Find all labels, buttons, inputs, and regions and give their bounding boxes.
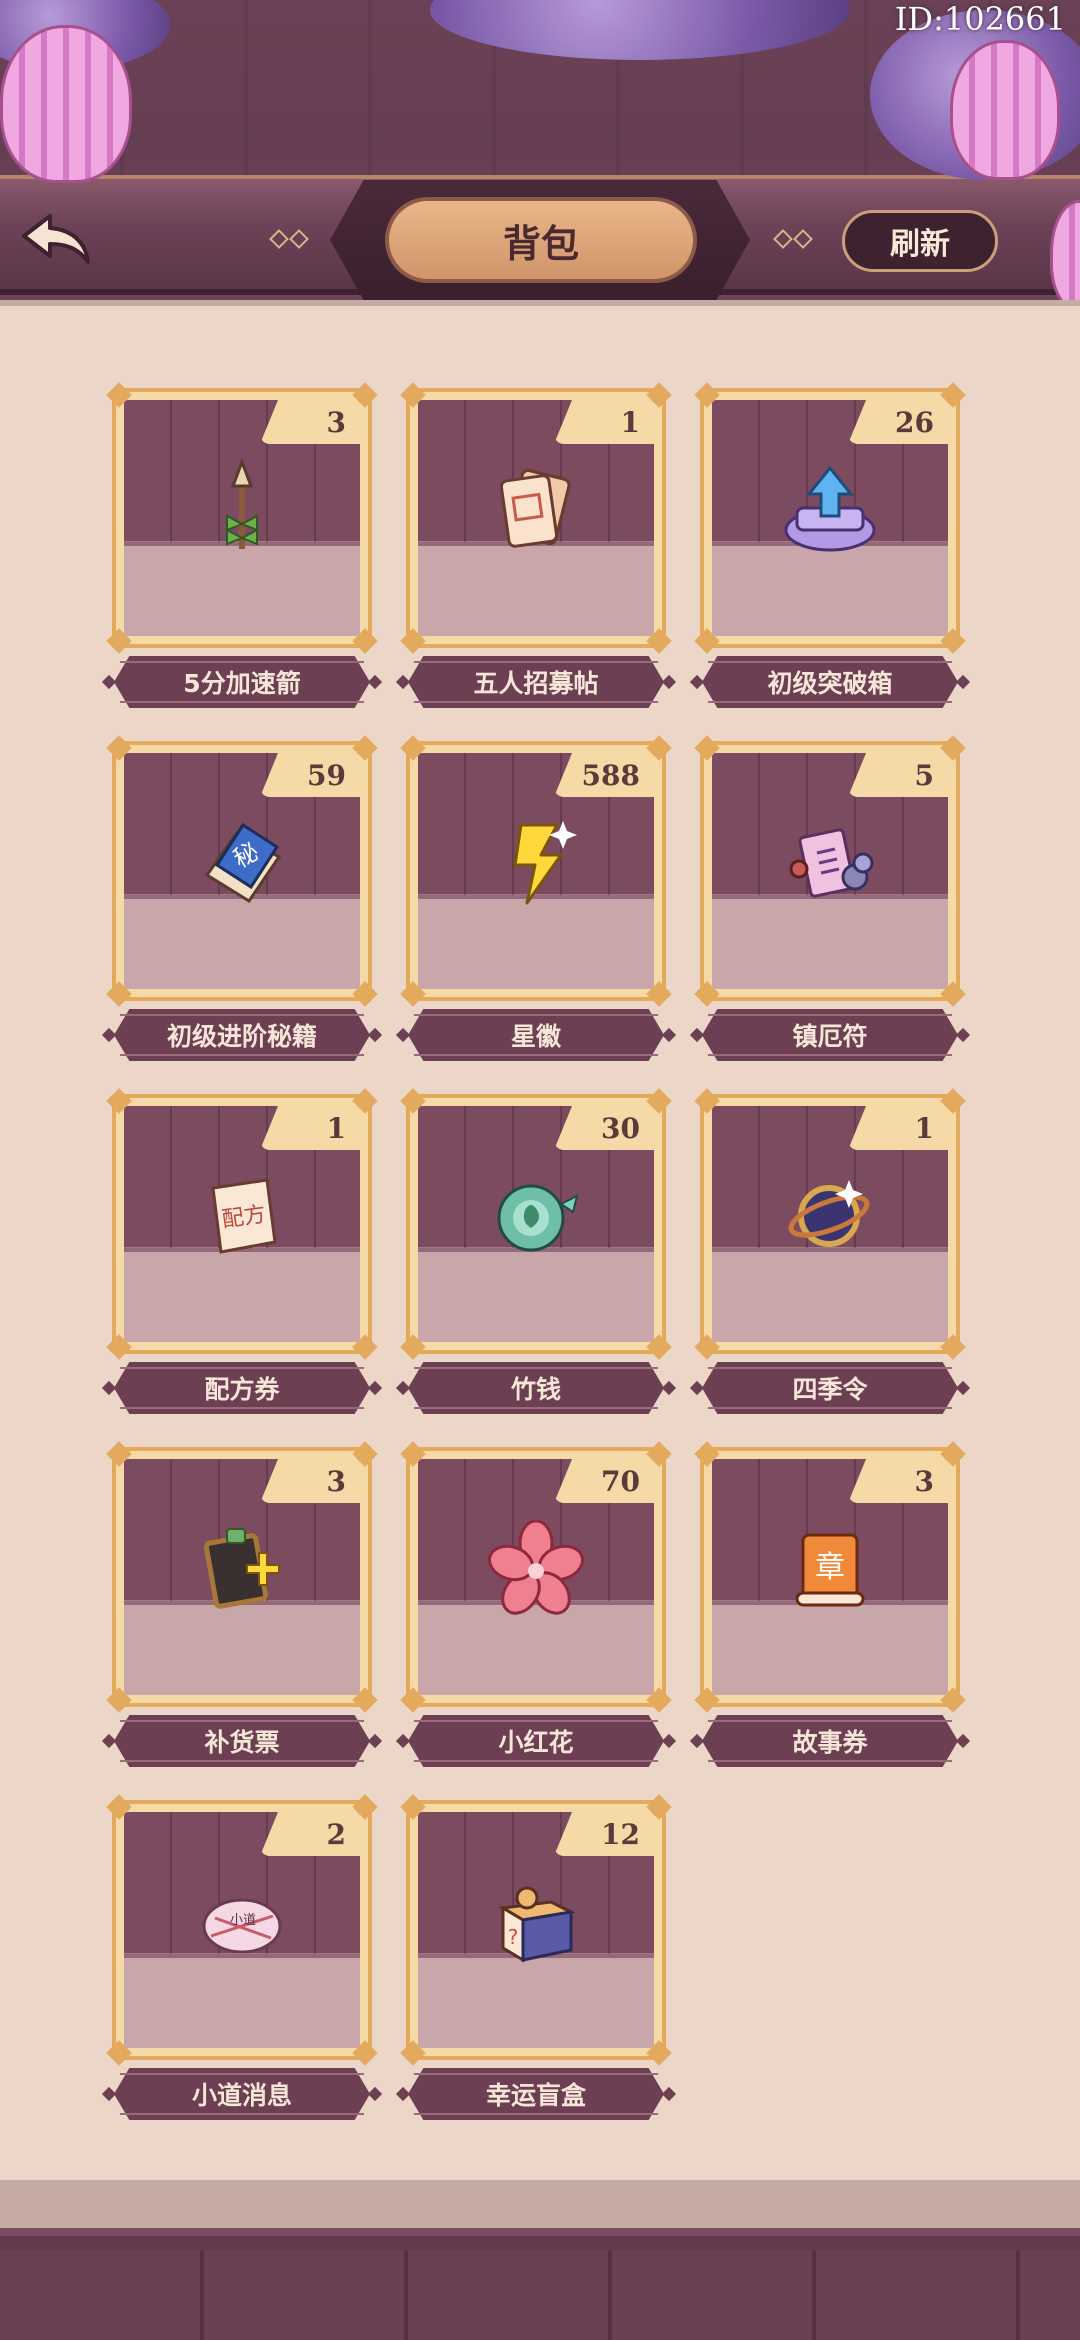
item-name: 四季令: [792, 1375, 868, 1404]
arrow-icon: [187, 454, 297, 564]
item-count: 59: [260, 753, 360, 797]
secret-book-icon: 秘: [187, 807, 297, 917]
item-card: 1 配方: [106, 1088, 378, 1360]
item-count: 12: [554, 1812, 654, 1856]
breakthrough-box-icon: [775, 454, 885, 564]
inventory-item[interactable]: 3 5分加速箭: [101, 382, 383, 708]
item-card: 59 秘: [106, 735, 378, 1007]
item-card: 1: [694, 1088, 966, 1360]
top-bar: ID:102661 背包 刷新: [0, 0, 1080, 300]
item-name: 故事券: [792, 1728, 868, 1757]
item-name-tag: 初级突破箱: [689, 656, 971, 708]
inventory-item[interactable]: 26 初级突破箱: [689, 382, 971, 708]
item-name: 竹钱: [510, 1375, 561, 1404]
item-name: 配方券: [204, 1375, 280, 1404]
svg-text:小道: 小道: [230, 1913, 256, 1928]
item-name-tag: 5分加速箭: [101, 656, 383, 708]
item-card: 588: [400, 735, 672, 1007]
inventory-panel: 3 5分加速箭 1 五人招募帖 26 初级突破箱 59 秘 初级进阶秘籍 588…: [0, 300, 1080, 2180]
item-card: 3 章: [694, 1441, 966, 1713]
svg-text:章: 章: [815, 1550, 845, 1585]
item-count: 1: [554, 400, 654, 444]
item-count: 588: [554, 753, 654, 797]
season-token-icon: [775, 1160, 885, 1270]
item-name: 幸运盲盒: [485, 2081, 586, 2110]
lantern-right-icon: [950, 40, 1060, 180]
item-name-tag: 小道消息: [101, 2068, 383, 2120]
item-name-tag: 五人招募帖: [395, 656, 677, 708]
inventory-item[interactable]: 3 章 故事券: [689, 1441, 971, 1767]
item-name-tag: 小红花: [395, 1715, 677, 1767]
item-card: 3: [106, 382, 378, 654]
item-name-tag: 补货票: [101, 1715, 383, 1767]
item-card: 2 小道: [106, 1794, 378, 2066]
svg-text:?: ?: [508, 1925, 519, 1949]
inventory-item[interactable]: 1 配方 配方券: [101, 1088, 383, 1414]
wood-floor: [0, 2250, 1080, 2340]
back-button[interactable]: [8, 200, 108, 280]
item-name: 初级突破箱: [767, 669, 893, 698]
inventory-item[interactable]: 1 四季令: [689, 1088, 971, 1414]
inventory-item[interactable]: 59 秘 初级进阶秘籍: [101, 735, 383, 1061]
bamboo-coin-icon: [481, 1160, 591, 1270]
item-count: 26: [848, 400, 948, 444]
item-name: 镇厄符: [792, 1022, 868, 1051]
item-count: 3: [260, 1459, 360, 1503]
item-name-tag: 初级进阶秘籍: [101, 1009, 383, 1061]
item-name: 5分加速箭: [183, 669, 301, 698]
item-name: 初级进阶秘籍: [166, 1022, 317, 1051]
item-count: 3: [260, 400, 360, 444]
item-name: 五人招募帖: [473, 669, 599, 698]
item-card: 3: [106, 1441, 378, 1713]
star-badge-icon: [481, 807, 591, 917]
inventory-item[interactable]: 588 星徽: [395, 735, 677, 1061]
item-name-tag: 镇厄符: [689, 1009, 971, 1061]
rumor-note-icon: 小道: [187, 1866, 297, 1976]
item-count: 30: [554, 1106, 654, 1150]
item-name: 小红花: [498, 1728, 574, 1757]
recruit-card-icon: [481, 454, 591, 564]
item-count: 70: [554, 1459, 654, 1503]
item-name-tag: 配方券: [101, 1362, 383, 1414]
item-card: 12 ?: [400, 1794, 672, 2066]
item-name-tag: 竹钱: [395, 1362, 677, 1414]
item-count: 5: [848, 753, 948, 797]
inventory-item[interactable]: 12 ? 幸运盲盒: [395, 1794, 677, 2120]
item-name: 小道消息: [191, 2081, 292, 2110]
item-count: 1: [848, 1106, 948, 1150]
bottom-frame: [0, 2180, 1080, 2340]
item-card: 1: [400, 382, 672, 654]
lucky-box-icon: ?: [481, 1866, 591, 1976]
item-count: 3: [848, 1459, 948, 1503]
back-arrow-icon: [22, 214, 90, 264]
refresh-button[interactable]: 刷新: [842, 210, 998, 272]
story-scroll-icon: 章: [775, 1513, 885, 1623]
item-name-tag: 星徽: [395, 1009, 677, 1061]
restock-ticket-icon: [187, 1513, 297, 1623]
item-name-tag: 故事券: [689, 1715, 971, 1767]
inventory-item[interactable]: 70 小红花: [395, 1441, 677, 1767]
item-card: 70: [400, 1441, 672, 1713]
recipe-ticket-icon: 配方: [187, 1160, 297, 1270]
page-title: 背包: [385, 197, 697, 283]
inventory-item[interactable]: 1 五人招募帖: [395, 382, 677, 708]
user-id-label: ID:102661: [894, 0, 1066, 38]
red-flower-icon: [481, 1513, 591, 1623]
item-name-tag: 四季令: [689, 1362, 971, 1414]
item-name-tag: 幸运盲盒: [395, 2068, 677, 2120]
item-count: 2: [260, 1812, 360, 1856]
item-name: 星徽: [510, 1022, 561, 1051]
inventory-item[interactable]: 30 竹钱: [395, 1088, 677, 1414]
item-count: 1: [260, 1106, 360, 1150]
talisman-icon: [775, 807, 885, 917]
inventory-item[interactable]: 5 镇厄符: [689, 735, 971, 1061]
item-card: 30: [400, 1088, 672, 1360]
inventory-item[interactable]: 2 小道 小道消息: [101, 1794, 383, 2120]
lantern-left-icon: [0, 25, 132, 183]
item-card: 5: [694, 735, 966, 1007]
item-card: 26: [694, 382, 966, 654]
item-name: 补货票: [204, 1728, 280, 1757]
inventory-item[interactable]: 3 补货票: [101, 1441, 383, 1767]
